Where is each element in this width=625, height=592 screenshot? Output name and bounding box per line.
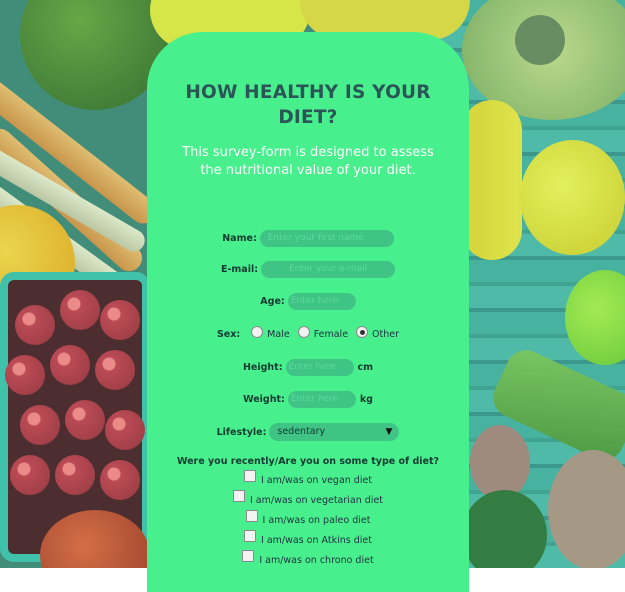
lifestyle-label: Lifestyle: [216,426,267,438]
height-label: Height: [242,362,283,373]
age-input[interactable]: Enter here [287,293,356,310]
height-input[interactable]: Enter here [285,359,354,376]
height-unit: cm [357,362,374,373]
sex-option-female: Female [313,328,349,340]
weight-input[interactable]: Enter here [287,391,356,408]
age-label: Age: [260,296,285,307]
diet-label-chrono: I am/was on chrono diet [259,554,374,566]
sex-radio-male[interactable] [251,326,264,338]
sex-radio-other[interactable] [356,326,369,338]
email-input[interactable]: Enter your e-mail [261,261,396,278]
diet-checkbox-vegetarian[interactable] [232,490,245,502]
email-row: E-mail: Enter your e-mail [147,261,469,278]
sex-option-other: Other [372,328,400,340]
lifestyle-selected-value: sedentary [277,426,326,437]
diet-option-vegan[interactable]: I am/was on vegan diet [147,470,469,486]
diet-question: Were you recently/Are you on some type o… [176,456,440,467]
diet-option-atkins[interactable]: I am/was on Atkins diet [147,530,469,546]
name-input[interactable]: Enter your first name [259,230,394,247]
diet-option-vegetarian[interactable]: I am/was on vegetarian diet [147,490,469,506]
sex-label: Sex: [216,328,241,340]
diet-checkbox-vegan[interactable] [243,470,256,482]
form-description: This survey-form is designed to assess t… [182,145,434,178]
diet-checkbox-chrono[interactable] [242,550,255,562]
name-label: Name: [222,233,257,244]
sex-row: Sex: Male Female Other [147,326,469,340]
diet-checkbox-atkins[interactable] [244,530,257,542]
diet-checkbox-paleo[interactable] [245,510,258,522]
lifestyle-row: Lifestyle: sedentary ▼ [147,423,469,441]
age-row: Age: Enter here [147,293,469,310]
diet-label-atkins: I am/was on Atkins diet [261,534,372,546]
name-row: Name: Enter your first name [147,230,469,247]
weight-row: Weight: Enter here kg [147,391,469,408]
dropdown-caret-icon: ▼ [385,427,393,437]
weight-label: Weight: [243,394,285,405]
weight-unit: kg [359,394,373,405]
email-label: E-mail: [220,264,259,275]
height-row: Height: Enter here cm [147,359,469,376]
page-title: HOW HEALTHY IS YOUR DIET? [185,82,431,128]
diet-label-vegan: I am/was on vegan diet [260,474,373,486]
diet-option-paleo[interactable]: I am/was on paleo diet [147,510,469,526]
diet-label-paleo: I am/was on paleo diet [262,514,371,526]
survey-form-card: HOW HEALTHY IS YOUR DIET? This survey-fo… [147,32,469,592]
sex-option-male: Male [267,328,290,340]
sex-radio-female[interactable] [297,326,310,338]
diet-option-chrono[interactable]: I am/was on chrono diet [147,550,469,566]
lifestyle-select[interactable]: sedentary ▼ [269,423,400,441]
diet-label-vegetarian: I am/was on vegetarian diet [249,494,384,506]
